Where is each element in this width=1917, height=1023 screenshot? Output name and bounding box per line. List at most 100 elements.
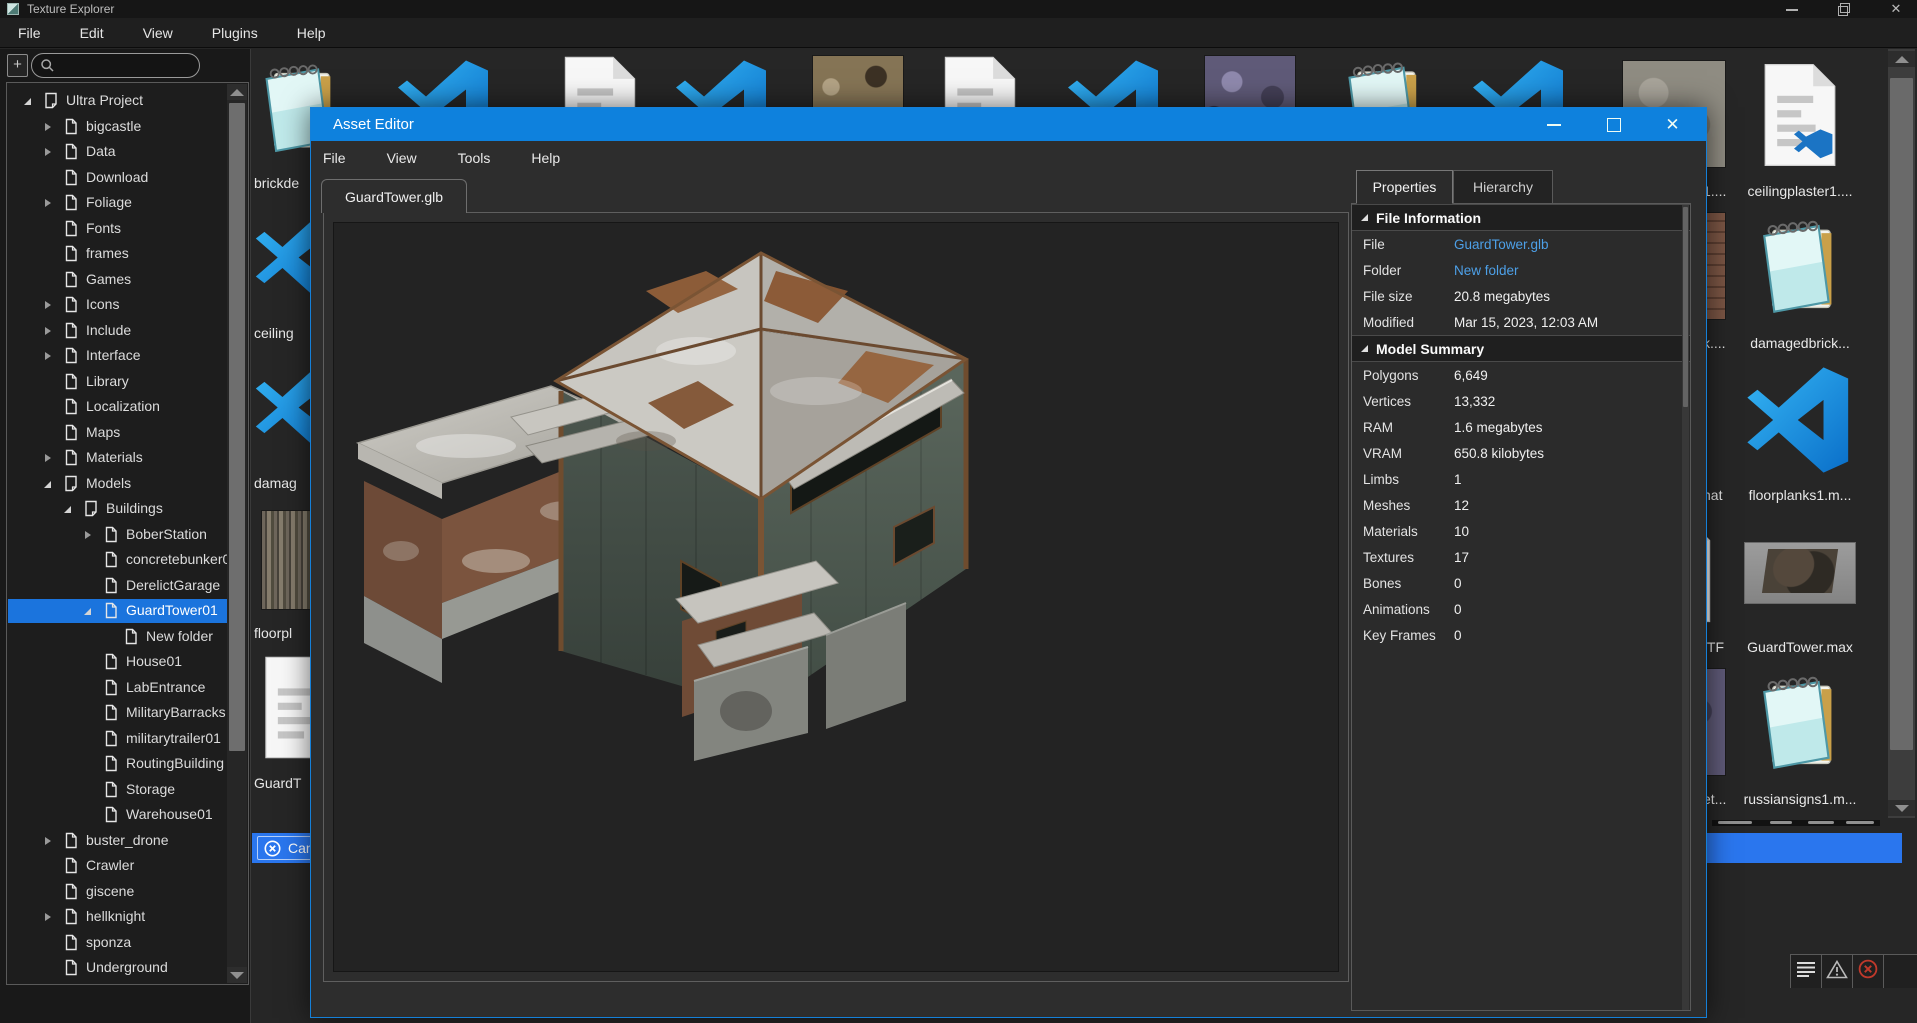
chevron-collapsed-icon[interactable] xyxy=(42,452,54,464)
thumb-max-thumbnail[interactable] xyxy=(1744,542,1856,604)
editor-menu-tools[interactable]: Tools xyxy=(458,150,491,166)
grid-scrollbar[interactable] xyxy=(1888,49,1915,818)
tab-guardtower-glb[interactable]: GuardTower.glb xyxy=(321,179,467,213)
tree-item-warehouse01[interactable]: Warehouse01 xyxy=(8,803,228,827)
file-label[interactable]: ceilingplaster1.... xyxy=(1710,183,1890,199)
chevron-collapsed-icon[interactable] xyxy=(42,121,54,133)
panel-scrollbar[interactable] xyxy=(1682,205,1689,1011)
notepad-file-icon[interactable] xyxy=(1750,212,1850,320)
tree-item-boberstation[interactable]: BoberStation xyxy=(8,523,228,547)
tree-item-guardtower01[interactable]: GuardTower01 xyxy=(8,599,229,623)
grid-scrollbar-thumb[interactable] xyxy=(1890,78,1913,750)
error-button[interactable] xyxy=(1853,955,1884,988)
grid-horizontal-scrollbar[interactable] xyxy=(1712,820,1880,826)
warning-button[interactable] xyxy=(1822,955,1853,988)
menu-view[interactable]: View xyxy=(143,25,173,41)
file-label[interactable]: GuardT xyxy=(254,775,310,791)
tab-hierarchy[interactable]: Hierarchy xyxy=(1453,170,1553,204)
tree-item-localization[interactable]: Localization xyxy=(8,395,228,419)
add-button[interactable]: + xyxy=(7,54,28,77)
property-value-link[interactable]: New folder xyxy=(1454,263,1519,278)
section-collapse-icon[interactable] xyxy=(1361,214,1368,221)
chevron-expanded-icon[interactable] xyxy=(22,95,34,107)
editor-menu-view[interactable]: View xyxy=(387,150,417,166)
scroll-down-icon[interactable] xyxy=(1888,800,1915,816)
editor-menu-file[interactable]: File xyxy=(323,150,346,166)
file-label[interactable]: damag xyxy=(254,475,310,491)
file-label[interactable]: floorplanks1.m... xyxy=(1710,487,1890,503)
tree-item-underground[interactable]: Underground xyxy=(8,956,228,980)
menu-plugins[interactable]: Plugins xyxy=(212,25,258,41)
tree-item-icons[interactable]: Icons xyxy=(8,293,228,317)
tree-item-frames[interactable]: frames xyxy=(8,242,228,266)
chevron-collapsed-icon[interactable] xyxy=(42,835,54,847)
doc-vscode-file-icon[interactable] xyxy=(1758,60,1842,170)
tree-item-foliage[interactable]: Foliage xyxy=(8,191,228,215)
chevron-expanded-icon[interactable] xyxy=(42,478,54,490)
tree-item-download[interactable]: Download xyxy=(8,166,228,190)
chevron-expanded-icon[interactable] xyxy=(62,503,74,515)
minimize-icon[interactable] xyxy=(1547,117,1562,132)
tree-item-militarytrailer01[interactable]: militarytrailer01 xyxy=(8,727,228,751)
tree-item-models[interactable]: Models xyxy=(8,472,228,496)
chevron-collapsed-icon[interactable] xyxy=(42,350,54,362)
tree-item-concretebunker01[interactable]: concretebunker01 xyxy=(8,548,228,572)
scroll-up-icon[interactable] xyxy=(1888,51,1915,67)
tree-item-storage[interactable]: Storage xyxy=(8,778,228,802)
section-collapse-icon[interactable] xyxy=(1361,345,1368,352)
restore-icon[interactable] xyxy=(1837,2,1851,16)
list-button[interactable] xyxy=(1791,955,1822,988)
chevron-collapsed-icon[interactable] xyxy=(42,325,54,337)
notepad-file-icon[interactable] xyxy=(1750,668,1850,776)
tree-item-house01[interactable]: House01 xyxy=(8,650,228,674)
tree-item-giscene[interactable]: giscene xyxy=(8,880,228,904)
model-viewport[interactable] xyxy=(333,222,1339,972)
tree-item-interface[interactable]: Interface xyxy=(8,344,228,368)
tree-item-derelictgarage[interactable]: DerelictGarage xyxy=(8,574,228,598)
tree-item-data[interactable]: Data xyxy=(8,140,228,164)
chevron-collapsed-icon[interactable] xyxy=(42,197,54,209)
chevron-collapsed-icon[interactable] xyxy=(42,146,54,158)
tree-item-include[interactable]: Include xyxy=(8,319,228,343)
tab-properties[interactable]: Properties xyxy=(1356,170,1453,204)
tree-item-maps[interactable]: Maps xyxy=(8,421,228,445)
tree-scrollbar[interactable] xyxy=(227,84,247,983)
minimize-icon[interactable] xyxy=(1785,2,1799,16)
property-value-link[interactable]: GuardTower.glb xyxy=(1454,237,1549,252)
file-label[interactable]: brickde xyxy=(254,175,310,191)
chevron-collapsed-icon[interactable] xyxy=(42,911,54,923)
chevron-collapsed-icon[interactable] xyxy=(82,529,94,541)
asset-editor-titlebar[interactable]: Asset Editor ✕ xyxy=(311,108,1706,141)
section-header-file-information[interactable]: File Information xyxy=(1352,204,1690,231)
file-label[interactable]: damagedbrick... xyxy=(1710,335,1890,351)
maximize-icon[interactable] xyxy=(1606,117,1621,132)
vscode-file-icon[interactable] xyxy=(1744,364,1856,476)
tree-item-library[interactable]: Library xyxy=(8,370,228,394)
tree-item-crawler[interactable]: Crawler xyxy=(8,854,228,878)
search-input[interactable] xyxy=(31,53,200,78)
scroll-up-icon[interactable] xyxy=(227,84,247,100)
tree-scrollbar-thumb[interactable] xyxy=(229,103,245,751)
tree-item-buildings[interactable]: Buildings xyxy=(8,497,228,521)
menu-edit[interactable]: Edit xyxy=(80,25,104,41)
panel-scrollbar-thumb[interactable] xyxy=(1683,207,1688,407)
tree-item-routingbuilding[interactable]: RoutingBuilding xyxy=(8,752,228,776)
tree-item-militarybarracks[interactable]: MilitaryBarracks xyxy=(8,701,228,725)
tree-item-fonts[interactable]: Fonts xyxy=(8,217,228,241)
tree-item-bigcastle[interactable]: bigcastle xyxy=(8,115,228,139)
file-label[interactable]: GuardTower.max xyxy=(1710,639,1890,655)
editor-menu-help[interactable]: Help xyxy=(531,150,560,166)
tree-item-labentrance[interactable]: LabEntrance xyxy=(8,676,228,700)
close-icon[interactable]: ✕ xyxy=(1665,117,1680,132)
tree-item-materials[interactable]: Materials xyxy=(8,446,228,470)
file-label[interactable]: floorpl xyxy=(254,625,310,641)
tree-item-buster-drone[interactable]: buster_drone xyxy=(8,829,228,853)
tree-item-ultra-project[interactable]: Ultra Project xyxy=(8,89,228,113)
section-header-model-summary[interactable]: Model Summary xyxy=(1352,335,1690,362)
tree-item-sponza[interactable]: sponza xyxy=(8,931,228,955)
scroll-down-icon[interactable] xyxy=(227,967,247,983)
file-label[interactable]: russiansigns1.m... xyxy=(1710,791,1890,807)
tree-item-hellknight[interactable]: hellknight xyxy=(8,905,228,929)
chevron-collapsed-icon[interactable] xyxy=(42,299,54,311)
menu-file[interactable]: File xyxy=(18,25,41,41)
